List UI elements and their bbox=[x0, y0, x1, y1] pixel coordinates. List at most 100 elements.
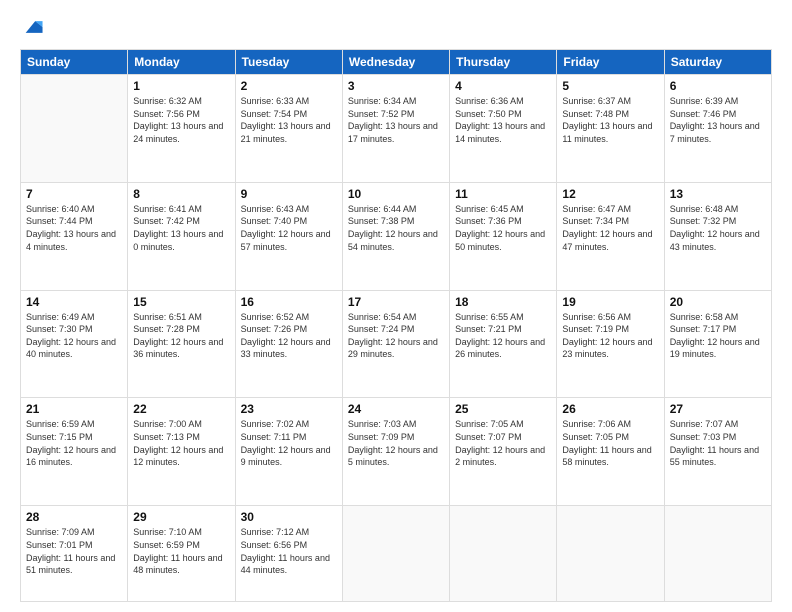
day-number: 10 bbox=[348, 187, 444, 201]
day-info: Sunrise: 6:52 AMSunset: 7:26 PMDaylight:… bbox=[241, 311, 337, 361]
logo bbox=[20, 18, 44, 43]
calendar-cell: 1Sunrise: 6:32 AMSunset: 7:56 PMDaylight… bbox=[128, 75, 235, 183]
calendar-cell: 11 Sunrise: 6:45 AMSunset: 7:36 PMDayligh… bbox=[450, 182, 557, 290]
calendar-cell: 13 Sunrise: 6:48 AMSunset: 7:32 PMDayligh… bbox=[664, 182, 771, 290]
calendar-cell: 19 Sunrise: 6:56 AMSunset: 7:19 PMDayligh… bbox=[557, 290, 664, 398]
week-row-2: 7 Sunrise: 6:40 AMSunset: 7:44 PMDaylight… bbox=[21, 182, 772, 290]
calendar-cell: 15 Sunrise: 6:51 AMSunset: 7:28 PMDayligh… bbox=[128, 290, 235, 398]
calendar-cell: 3 Sunrise: 6:34 AMSunset: 7:52 PMDaylight… bbox=[342, 75, 449, 183]
day-info: Sunrise: 6:32 AMSunset: 7:56 PMDaylight:… bbox=[133, 95, 229, 145]
calendar-cell: 9 Sunrise: 6:43 AMSunset: 7:40 PMDaylight… bbox=[235, 182, 342, 290]
day-info: Sunrise: 7:09 AMSunset: 7:01 PMDaylight:… bbox=[26, 526, 122, 576]
calendar-cell: 18 Sunrise: 6:55 AMSunset: 7:21 PMDayligh… bbox=[450, 290, 557, 398]
day-number: 19 bbox=[562, 295, 658, 309]
calendar-cell: 8 Sunrise: 6:41 AMSunset: 7:42 PMDaylight… bbox=[128, 182, 235, 290]
calendar-cell: 20 Sunrise: 6:58 AMSunset: 7:17 PMDayligh… bbox=[664, 290, 771, 398]
weekday-header-wednesday: Wednesday bbox=[342, 50, 449, 75]
calendar-cell: 28 Sunrise: 7:09 AMSunset: 7:01 PMDayligh… bbox=[21, 506, 128, 602]
calendar-cell: 5 Sunrise: 6:37 AMSunset: 7:48 PMDaylight… bbox=[557, 75, 664, 183]
calendar-cell bbox=[21, 75, 128, 183]
day-number: 7 bbox=[26, 187, 122, 201]
week-row-1: 1Sunrise: 6:32 AMSunset: 7:56 PMDaylight… bbox=[21, 75, 772, 183]
day-number: 21 bbox=[26, 402, 122, 416]
day-info: Sunrise: 6:59 AMSunset: 7:15 PMDaylight:… bbox=[26, 418, 122, 468]
day-number: 25 bbox=[455, 402, 551, 416]
calendar-cell: 10Sunrise: 6:44 AMSunset: 7:38 PMDayligh… bbox=[342, 182, 449, 290]
calendar-cell bbox=[450, 506, 557, 602]
day-info: Sunrise: 6:56 AMSunset: 7:19 PMDaylight:… bbox=[562, 311, 658, 361]
week-row-3: 14 Sunrise: 6:49 AMSunset: 7:30 PMDayligh… bbox=[21, 290, 772, 398]
day-number: 22 bbox=[133, 402, 229, 416]
calendar-cell: 27Sunrise: 7:07 AMSunset: 7:03 PMDayligh… bbox=[664, 398, 771, 506]
day-number: 20 bbox=[670, 295, 766, 309]
day-info: Sunrise: 6:51 AMSunset: 7:28 PMDaylight:… bbox=[133, 311, 229, 361]
weekday-header-thursday: Thursday bbox=[450, 50, 557, 75]
calendar-cell: 4 Sunrise: 6:36 AMSunset: 7:50 PMDaylight… bbox=[450, 75, 557, 183]
day-number: 18 bbox=[455, 295, 551, 309]
logo-icon bbox=[22, 16, 44, 38]
day-info: Sunrise: 6:55 AMSunset: 7:21 PMDaylight:… bbox=[455, 311, 551, 361]
calendar-cell: 26 Sunrise: 7:06 AMSunset: 7:05 PMDayligh… bbox=[557, 398, 664, 506]
weekday-header-tuesday: Tuesday bbox=[235, 50, 342, 75]
weekday-header-saturday: Saturday bbox=[664, 50, 771, 75]
day-info: Sunrise: 7:00 AMSunset: 7:13 PMDaylight:… bbox=[133, 418, 229, 468]
week-row-5: 28 Sunrise: 7:09 AMSunset: 7:01 PMDayligh… bbox=[21, 506, 772, 602]
day-number: 8 bbox=[133, 187, 229, 201]
calendar-cell: 14 Sunrise: 6:49 AMSunset: 7:30 PMDayligh… bbox=[21, 290, 128, 398]
day-number: 28 bbox=[26, 510, 122, 524]
day-number: 5 bbox=[562, 79, 658, 93]
day-number: 16 bbox=[241, 295, 337, 309]
day-number: 3 bbox=[348, 79, 444, 93]
day-info: Sunrise: 6:36 AMSunset: 7:50 PMDaylight:… bbox=[455, 95, 551, 145]
day-info: Sunrise: 7:05 AMSunset: 7:07 PMDaylight:… bbox=[455, 418, 551, 468]
day-info: Sunrise: 6:49 AMSunset: 7:30 PMDaylight:… bbox=[26, 311, 122, 361]
calendar-cell bbox=[342, 506, 449, 602]
day-info: Sunrise: 6:41 AMSunset: 7:42 PMDaylight:… bbox=[133, 203, 229, 253]
day-info: Sunrise: 6:58 AMSunset: 7:17 PMDaylight:… bbox=[670, 311, 766, 361]
calendar-cell: 22 Sunrise: 7:00 AMSunset: 7:13 PMDayligh… bbox=[128, 398, 235, 506]
day-number: 11 bbox=[455, 187, 551, 201]
day-info: Sunrise: 6:33 AMSunset: 7:54 PMDaylight:… bbox=[241, 95, 337, 145]
day-number: 27 bbox=[670, 402, 766, 416]
day-info: Sunrise: 7:12 AMSunset: 6:56 PMDaylight:… bbox=[241, 526, 337, 576]
day-info: Sunrise: 6:45 AMSunset: 7:36 PMDaylight:… bbox=[455, 203, 551, 253]
day-number: 9 bbox=[241, 187, 337, 201]
day-number: 26 bbox=[562, 402, 658, 416]
calendar-cell: 23 Sunrise: 7:02 AMSunset: 7:11 PMDayligh… bbox=[235, 398, 342, 506]
weekday-header-sunday: Sunday bbox=[21, 50, 128, 75]
day-info: Sunrise: 6:43 AMSunset: 7:40 PMDaylight:… bbox=[241, 203, 337, 253]
day-info: Sunrise: 7:03 AMSunset: 7:09 PMDaylight:… bbox=[348, 418, 444, 468]
calendar-cell: 24Sunrise: 7:03 AMSunset: 7:09 PMDayligh… bbox=[342, 398, 449, 506]
page-header bbox=[20, 18, 772, 43]
day-info: Sunrise: 6:37 AMSunset: 7:48 PMDaylight:… bbox=[562, 95, 658, 145]
calendar-table: SundayMondayTuesdayWednesdayThursdayFrid… bbox=[20, 49, 772, 602]
calendar-cell: 29Sunrise: 7:10 AMSunset: 6:59 PMDayligh… bbox=[128, 506, 235, 602]
day-info: Sunrise: 7:06 AMSunset: 7:05 PMDaylight:… bbox=[562, 418, 658, 468]
day-info: Sunrise: 6:48 AMSunset: 7:32 PMDaylight:… bbox=[670, 203, 766, 253]
calendar-cell: 16 Sunrise: 6:52 AMSunset: 7:26 PMDayligh… bbox=[235, 290, 342, 398]
calendar-cell: 30 Sunrise: 7:12 AMSunset: 6:56 PMDayligh… bbox=[235, 506, 342, 602]
calendar-cell: 2 Sunrise: 6:33 AMSunset: 7:54 PMDaylight… bbox=[235, 75, 342, 183]
day-number: 30 bbox=[241, 510, 337, 524]
day-info: Sunrise: 6:34 AMSunset: 7:52 PMDaylight:… bbox=[348, 95, 444, 145]
calendar-cell bbox=[557, 506, 664, 602]
week-row-4: 21 Sunrise: 6:59 AMSunset: 7:15 PMDayligh… bbox=[21, 398, 772, 506]
day-number: 4 bbox=[455, 79, 551, 93]
day-info: Sunrise: 6:47 AMSunset: 7:34 PMDaylight:… bbox=[562, 203, 658, 253]
day-info: Sunrise: 6:54 AMSunset: 7:24 PMDaylight:… bbox=[348, 311, 444, 361]
weekday-header-monday: Monday bbox=[128, 50, 235, 75]
day-number: 23 bbox=[241, 402, 337, 416]
calendar-cell: 6Sunrise: 6:39 AMSunset: 7:46 PMDaylight… bbox=[664, 75, 771, 183]
weekday-header-row: SundayMondayTuesdayWednesdayThursdayFrid… bbox=[21, 50, 772, 75]
day-info: Sunrise: 7:10 AMSunset: 6:59 PMDaylight:… bbox=[133, 526, 229, 576]
day-info: Sunrise: 7:02 AMSunset: 7:11 PMDaylight:… bbox=[241, 418, 337, 468]
day-number: 15 bbox=[133, 295, 229, 309]
day-number: 14 bbox=[26, 295, 122, 309]
day-number: 13 bbox=[670, 187, 766, 201]
day-number: 6 bbox=[670, 79, 766, 93]
calendar-cell bbox=[664, 506, 771, 602]
day-info: Sunrise: 6:40 AMSunset: 7:44 PMDaylight:… bbox=[26, 203, 122, 253]
day-number: 17 bbox=[348, 295, 444, 309]
calendar-cell: 17 Sunrise: 6:54 AMSunset: 7:24 PMDayligh… bbox=[342, 290, 449, 398]
day-number: 2 bbox=[241, 79, 337, 93]
